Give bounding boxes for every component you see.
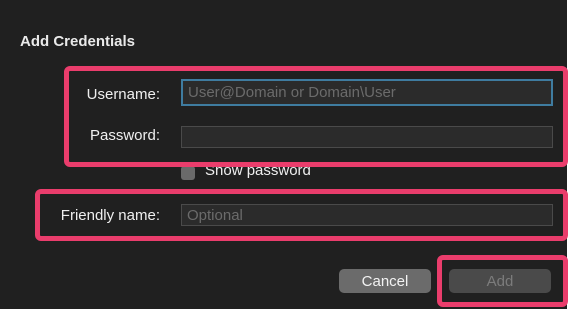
password-label: Password: bbox=[89, 127, 160, 144]
username-label: Username: bbox=[86, 86, 160, 103]
username-field[interactable] bbox=[181, 79, 553, 106]
dialog-title: Add Credentials bbox=[20, 33, 136, 50]
password-field[interactable] bbox=[181, 126, 553, 148]
cancel-button[interactable]: Cancel bbox=[339, 269, 431, 293]
show-password-checkbox[interactable] bbox=[181, 166, 195, 180]
friendly-name-label: Friendly name: bbox=[60, 207, 160, 224]
show-password-checkbox-row[interactable]: Show password bbox=[181, 159, 311, 181]
show-password-label: Show password bbox=[205, 162, 311, 179]
add-button[interactable]: Add bbox=[449, 269, 551, 293]
friendly-name-field[interactable] bbox=[181, 204, 553, 226]
add-credentials-dialog: Add Credentials Username: Password: Show… bbox=[0, 0, 567, 309]
